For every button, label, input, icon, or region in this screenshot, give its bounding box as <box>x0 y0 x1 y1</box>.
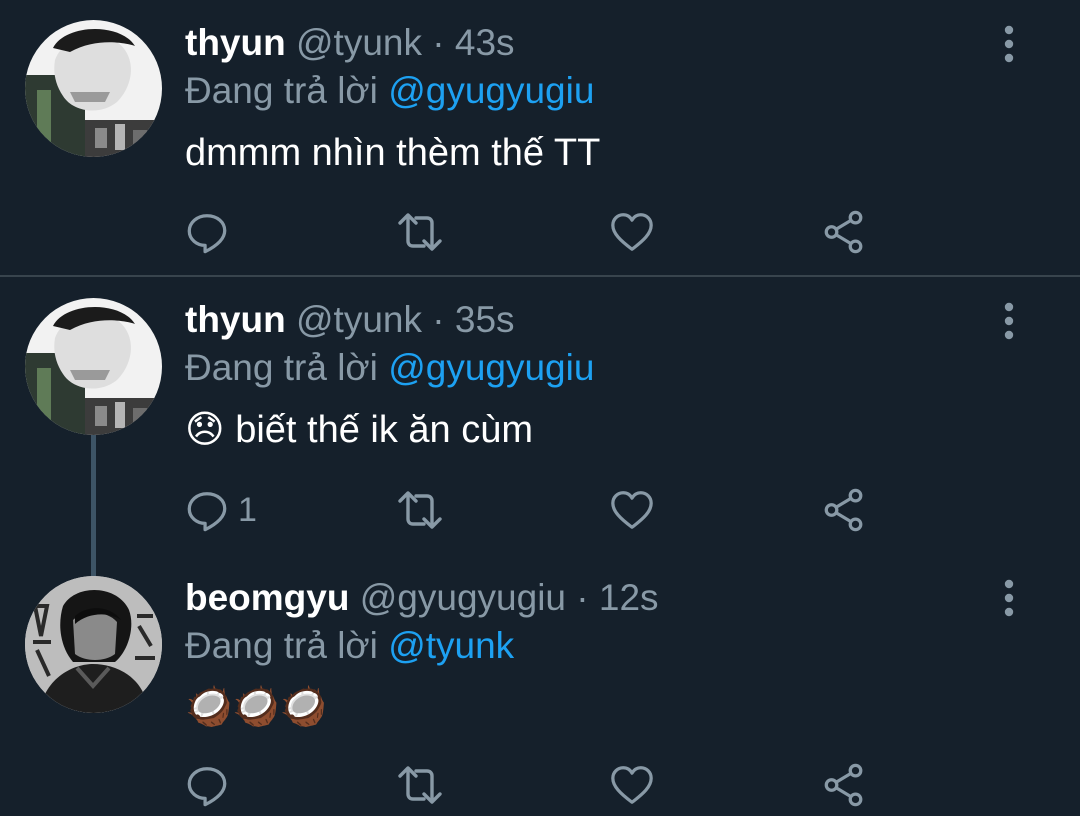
user-handle[interactable]: @gyugyugiu <box>360 577 566 618</box>
avatar[interactable] <box>25 20 162 157</box>
user-handle[interactable]: @tyunk <box>296 22 422 63</box>
avatar[interactable] <box>25 576 162 713</box>
avatar[interactable] <box>25 298 162 435</box>
timestamp[interactable]: 43s <box>455 22 515 63</box>
share-icon <box>821 487 867 533</box>
replying-to: Đang trả lời @gyugyugiu <box>185 69 594 113</box>
like-icon <box>609 209 655 255</box>
share-button[interactable] <box>821 755 867 815</box>
like-icon <box>609 487 655 533</box>
retweet-button[interactable] <box>396 480 444 540</box>
more-options-button[interactable] <box>992 578 1026 618</box>
replying-to-label: Đang trả lời <box>185 70 378 111</box>
separator-dot: · <box>432 299 445 340</box>
like-button[interactable] <box>609 480 655 540</box>
reply-button[interactable]: 1 <box>184 480 257 540</box>
mention-link[interactable]: @gyugyugiu <box>388 347 594 388</box>
tweet-text: dmmm nhìn thèm thế TT <box>185 132 601 174</box>
replying-to-label: Đang trả lời <box>185 347 378 388</box>
tweet-actions <box>0 202 1080 262</box>
display-name[interactable]: thyun <box>185 299 286 340</box>
timestamp[interactable]: 35s <box>455 299 515 340</box>
display-name[interactable]: thyun <box>185 22 286 63</box>
retweet-icon <box>396 486 444 534</box>
retweet-button[interactable] <box>396 755 444 815</box>
tweet-actions <box>0 755 1080 815</box>
mention-link[interactable]: @gyugyugiu <box>388 70 594 111</box>
share-icon <box>821 762 867 808</box>
tweet-actions: 1 <box>0 480 1080 540</box>
share-button[interactable] <box>821 202 867 262</box>
replying-to: Đang trả lời @tyunk <box>185 624 514 668</box>
reply-button[interactable] <box>184 202 238 262</box>
timeline-feed: thyun @tyunk · 43s Đang trả lời @gyugyug… <box>0 0 1080 816</box>
share-icon <box>821 209 867 255</box>
reply-icon <box>184 487 230 533</box>
more-icon <box>992 578 1026 618</box>
replying-to-label: Đang trả lời <box>185 625 378 666</box>
more-icon <box>992 301 1026 341</box>
separator-dot: · <box>576 577 589 618</box>
like-button[interactable] <box>609 202 655 262</box>
retweet-button[interactable] <box>396 202 444 262</box>
retweet-icon <box>396 761 444 809</box>
reply-icon <box>184 209 230 255</box>
mention-link[interactable]: @tyunk <box>388 625 514 666</box>
disappointed-face-emoji: 😞 <box>185 409 225 451</box>
tweet-text: 😞 biết thế ik ăn cùm <box>185 407 533 453</box>
more-options-button[interactable] <box>992 24 1026 64</box>
share-button[interactable] <box>821 480 867 540</box>
tweet-2[interactable]: thyun @tyunk · 35s Đang trả lời @gyugyug… <box>0 277 1080 547</box>
user-handle[interactable]: @tyunk <box>296 299 422 340</box>
replying-to: Đang trả lời @gyugyugiu <box>185 346 594 390</box>
tweet-header: thyun @tyunk · 43s <box>185 21 515 65</box>
reply-count: 1 <box>238 490 257 529</box>
timestamp[interactable]: 12s <box>599 577 659 618</box>
more-icon <box>992 24 1026 64</box>
tweet-3[interactable]: beomgyu @gyugyugiu · 12s Đang trả lời @t… <box>0 547 1080 816</box>
tweet-text-content: biết thế ik ăn cùm <box>235 409 534 451</box>
tweet-1[interactable]: thyun @tyunk · 43s Đang trả lời @gyugyug… <box>0 0 1080 277</box>
more-options-button[interactable] <box>992 301 1026 341</box>
reply-icon <box>184 762 230 808</box>
tweet-header: beomgyu @gyugyugiu · 12s <box>185 576 659 620</box>
reply-button[interactable] <box>184 755 238 815</box>
like-icon <box>609 762 655 808</box>
tweet-text: 🥥🥥🥥 <box>185 686 327 728</box>
display-name[interactable]: beomgyu <box>185 577 349 618</box>
like-button[interactable] <box>609 755 655 815</box>
tweet-header: thyun @tyunk · 35s <box>185 298 515 342</box>
separator-dot: · <box>432 22 445 63</box>
retweet-icon <box>396 208 444 256</box>
